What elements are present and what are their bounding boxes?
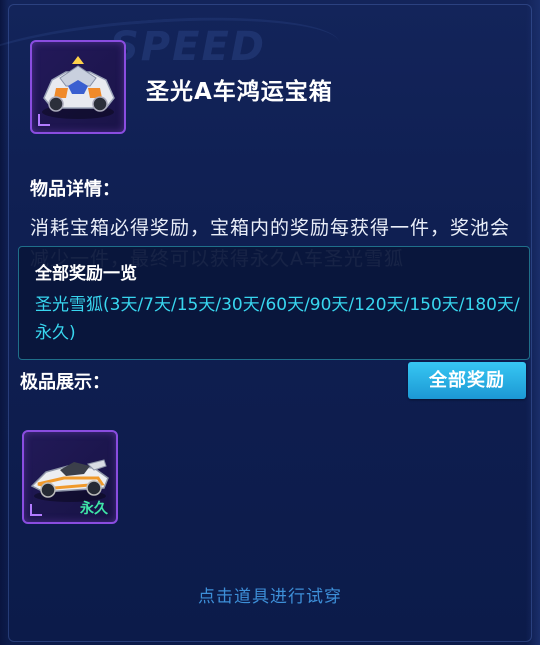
- speed-watermark: SPEED: [110, 24, 266, 70]
- showcase-label: 极品展示：: [20, 372, 110, 393]
- left-edge-shade: [0, 0, 8, 645]
- showcase-item[interactable]: 永久: [22, 430, 118, 524]
- treasure-car-icon: [42, 56, 115, 119]
- rewards-tooltip: 全部奖励一览 圣光雪狐(3天/7天/15天/30天/60天/90天/120天/1…: [18, 246, 530, 360]
- duration-badge: 永久: [80, 501, 108, 517]
- item-icon-frame[interactable]: [30, 40, 126, 134]
- all-rewards-button[interactable]: 全部奖励: [408, 362, 526, 399]
- item-detail-panel: SPEED 圣光A车鸿运宝箱 物品详情： 消耗宝箱必得奖励，宝箱内的奖励每获得一…: [0, 0, 540, 645]
- tooltip-title: 全部奖励一览: [35, 264, 137, 284]
- tooltip-reward-text: 圣光雪狐(3天/7天/15天/30天/60天/90天/120天/150天/180…: [35, 295, 520, 343]
- details-label: 物品详情：: [30, 179, 120, 200]
- try-on-hint: 点击道具进行试穿: [198, 587, 342, 607]
- item-title: 圣光A车鸿运宝箱: [146, 79, 333, 105]
